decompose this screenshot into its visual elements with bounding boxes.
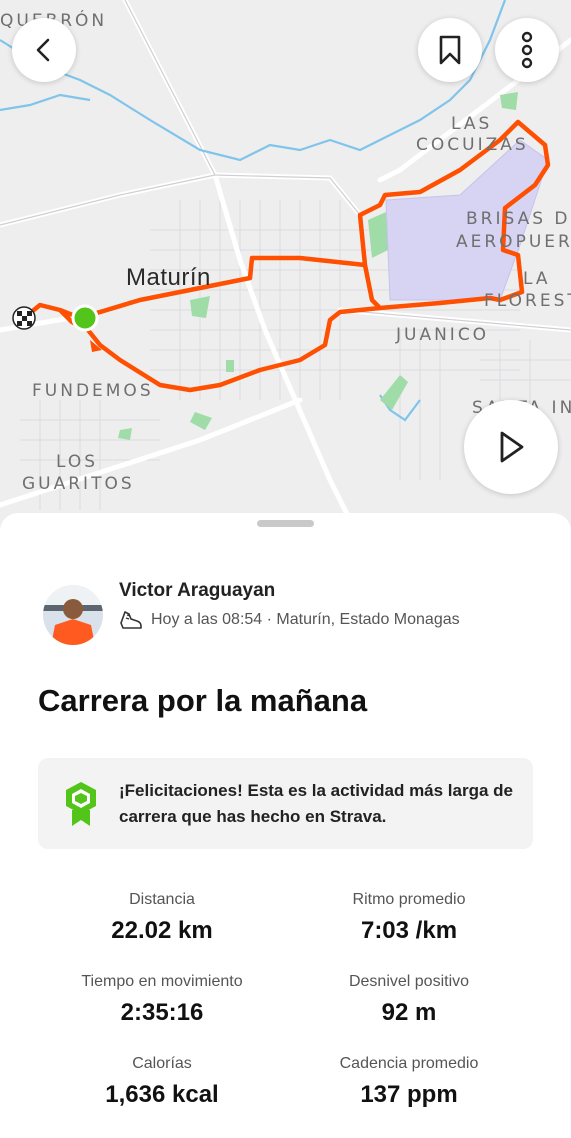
activity-meta-text: Hoy a las 08:54 · Maturín, Estado Monaga… — [151, 611, 460, 628]
map-label-brisas: BRISAS DI — [466, 209, 571, 229]
shoe-icon — [120, 611, 142, 629]
map-label-guaritos: GUARITOS — [22, 474, 135, 494]
map-label-la: LA — [523, 269, 551, 289]
stat-label: Tiempo en movimiento — [81, 973, 243, 990]
activity-map[interactable]: QUEBRÓN LAS COCUIZAS BRISAS DI AEROPUER … — [0, 0, 571, 540]
map-label-floresta: FLOREST — [484, 291, 571, 311]
more-vertical-icon — [521, 31, 533, 69]
start-marker — [71, 304, 99, 332]
activity-title: Carrera por la mañana — [38, 683, 368, 718]
play-flyover-button[interactable] — [464, 400, 558, 494]
stat-value: 22.02 km — [111, 917, 213, 944]
map-label-aeropuerto: AEROPUER — [456, 232, 571, 252]
stat-value: 137 ppm — [360, 1081, 458, 1108]
stat-label: Desnivel positivo — [348, 973, 470, 990]
map-label-maturin: Maturín — [126, 264, 211, 291]
stat-label: Distancia — [129, 891, 195, 908]
bookmark-button[interactable] — [418, 18, 482, 82]
achievement-message: ¡Felicitaciones! Esta es la actividad má… — [119, 780, 514, 826]
athlete-name[interactable]: Victor Araguayan — [119, 580, 275, 602]
finish-flag-icon — [12, 306, 36, 330]
activity-details-sheet: Victor Araguayan Hoy a las 08:54 · Matur… — [0, 513, 571, 1138]
activity-meta: Hoy a las 08:54 · Maturín, Estado Monaga… — [119, 609, 460, 631]
sheet-grabber-handle[interactable] — [257, 520, 314, 527]
stat-label: Cadencia promedio — [339, 1055, 479, 1072]
stat-label: Calorías — [132, 1055, 192, 1072]
stat-value: 2:35:16 — [120, 999, 204, 1026]
stat-calories: Calorías 1,636 kcal — [32, 1053, 292, 1109]
map-label-fundemos: FUNDEMOS — [32, 381, 154, 401]
map-label-juanico: JUANICO — [396, 325, 490, 345]
stat-value: 92 m — [381, 999, 437, 1026]
map-label-los: LOS — [56, 452, 99, 472]
stat-moving-time: Tiempo en movimiento 2:35:16 — [32, 971, 292, 1027]
stat-value: 7:03 /km — [360, 917, 458, 944]
achievement-badge-icon — [66, 781, 96, 826]
chevron-left-icon — [36, 38, 50, 62]
stat-value: 1,636 kcal — [105, 1081, 219, 1108]
athlete-photo — [43, 585, 103, 645]
stat-average-cadence: Cadencia promedio 137 ppm — [279, 1053, 539, 1109]
bookmark-icon — [439, 35, 461, 65]
more-options-button[interactable] — [495, 18, 559, 82]
stat-distance: Distancia 22.02 km — [32, 889, 292, 945]
avatar[interactable] — [43, 585, 103, 645]
map-label-las: LAS — [451, 114, 493, 134]
stat-elevation-gain: Desnivel positivo 92 m — [279, 971, 539, 1027]
achievement-banner: ¡Felicitaciones! Esta es la actividad má… — [38, 758, 533, 849]
stat-label: Ritmo promedio — [352, 891, 466, 908]
stat-average-pace: Ritmo promedio 7:03 /km — [279, 889, 539, 945]
map-label-cocuizas: COCUIZAS — [416, 135, 529, 155]
back-button[interactable] — [12, 18, 76, 82]
play-icon — [500, 431, 524, 463]
